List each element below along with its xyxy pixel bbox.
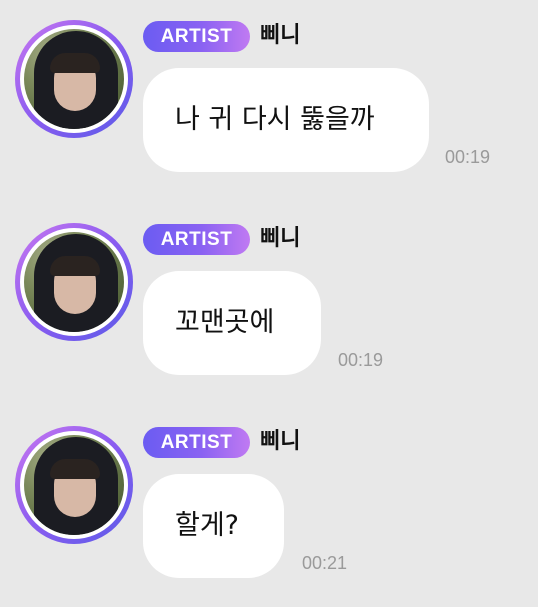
- artist-badge: ARTIST: [143, 427, 250, 458]
- avatar[interactable]: [15, 223, 133, 341]
- avatar-photo: [24, 232, 124, 332]
- message-bubble[interactable]: 꼬맨곳에: [143, 271, 321, 375]
- avatar-ring: [20, 228, 128, 336]
- avatar-hair-shape: [50, 256, 100, 276]
- sender-name: 삐니: [260, 23, 301, 48]
- chat-message: ARTIST 삐니 나 귀 다시 뚫을까 00:19: [0, 0, 538, 200]
- artist-badge: ARTIST: [143, 224, 250, 255]
- message-timestamp: 00:19: [445, 147, 491, 167]
- avatar-photo: [24, 435, 124, 535]
- message-timestamp: 00:19: [338, 350, 384, 370]
- avatar-photo: [24, 29, 124, 129]
- sender-name: 삐니: [260, 429, 301, 454]
- sender-name: 삐니: [260, 226, 301, 251]
- message-bubble[interactable]: 할게?: [143, 474, 284, 578]
- artist-badge: ARTIST: [143, 21, 250, 52]
- message-timestamp: 00:21: [302, 553, 348, 573]
- avatar[interactable]: [15, 20, 133, 138]
- avatar-ring: [20, 25, 128, 133]
- chat-message: ARTIST 삐니 꼬맨곳에 00:19: [0, 203, 538, 403]
- avatar-hair-shape: [50, 53, 100, 73]
- avatar-ring: [20, 431, 128, 539]
- avatar-hair-shape: [50, 459, 100, 479]
- chat-message: ARTIST 삐니 할게? 00:21: [0, 406, 538, 606]
- message-bubble[interactable]: 나 귀 다시 뚫을까: [143, 68, 429, 172]
- avatar[interactable]: [15, 426, 133, 544]
